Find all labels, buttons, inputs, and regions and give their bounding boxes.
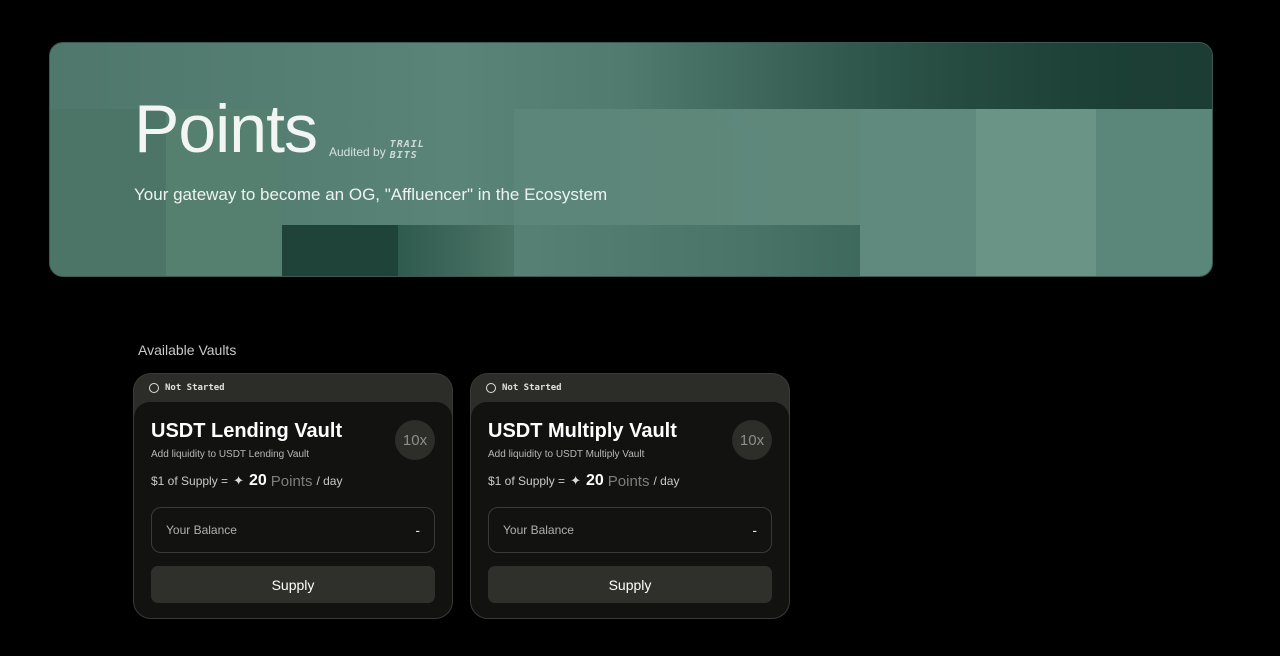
available-vaults-heading: Available Vaults	[138, 342, 237, 358]
rate-unit: Points	[607, 472, 650, 490]
rate-suffix: / day	[653, 474, 680, 488]
vault-description: Add liquidity to USDT Lending Vault	[151, 449, 310, 460]
hero-banner: Points Audited by TRAIL BITS Your gatewa…	[49, 42, 1213, 277]
sparkle-icon: ✦	[233, 473, 244, 488]
vault-description: Add liquidity to USDT Multiply Vault	[488, 449, 645, 460]
auditor-logo: TRAIL BITS	[390, 139, 425, 161]
page-title: Points	[134, 91, 318, 167]
vault-title: USDT Multiply Vault	[488, 420, 677, 442]
balance-field: Your Balance -	[151, 507, 435, 553]
balance-label: Your Balance	[166, 523, 237, 537]
vault-card: Not Started USDT Lending Vault Add liqui…	[133, 373, 453, 619]
audited-by: Audited by TRAIL BITS	[329, 139, 425, 161]
audited-label: Audited by	[329, 145, 386, 159]
multiplier-badge: 10x	[395, 420, 435, 460]
balance-field: Your Balance -	[488, 507, 772, 553]
rate-value: 20	[248, 472, 267, 489]
status-badge: Not Started	[471, 374, 789, 402]
vault-title: USDT Lending Vault	[151, 420, 343, 442]
balance-value: -	[752, 522, 757, 538]
sparkle-icon: ✦	[570, 473, 581, 488]
supply-button[interactable]: Supply	[488, 566, 772, 603]
status-circle-icon	[486, 383, 496, 393]
multiplier-badge: 10x	[732, 420, 772, 460]
vault-card: Not Started USDT Multiply Vault Add liqu…	[470, 373, 790, 619]
auditor-logo-line2: BITS	[389, 150, 418, 161]
vault-card-body: USDT Lending Vault Add liquidity to USDT…	[134, 402, 452, 618]
hero-content: Points Audited by TRAIL BITS Your gatewa…	[134, 95, 607, 205]
supply-button[interactable]: Supply	[151, 566, 435, 603]
hero-title-row: Points Audited by TRAIL BITS	[134, 95, 607, 163]
rate-prefix: $1 of Supply =	[488, 474, 566, 488]
balance-value: -	[415, 522, 420, 538]
points-rate: $1 of Supply = ✦ 20 Points / day	[488, 472, 679, 490]
status-text: Not Started	[502, 383, 562, 393]
rate-suffix: / day	[316, 474, 343, 488]
hero-subtitle: Your gateway to become an OG, "Affluence…	[134, 185, 608, 204]
vault-card-body: USDT Multiply Vault Add liquidity to USD…	[471, 402, 789, 618]
status-badge: Not Started	[134, 374, 452, 402]
balance-label: Your Balance	[503, 523, 574, 537]
points-rate: $1 of Supply = ✦ 20 Points / day	[151, 472, 342, 490]
rate-prefix: $1 of Supply =	[151, 474, 229, 488]
page: Points Audited by TRAIL BITS Your gatewa…	[0, 0, 1280, 656]
rate-unit: Points	[270, 472, 313, 490]
auditor-logo-line1: TRAIL	[389, 139, 425, 150]
rate-value: 20	[585, 472, 604, 489]
status-text: Not Started	[165, 383, 225, 393]
status-circle-icon	[149, 383, 159, 393]
